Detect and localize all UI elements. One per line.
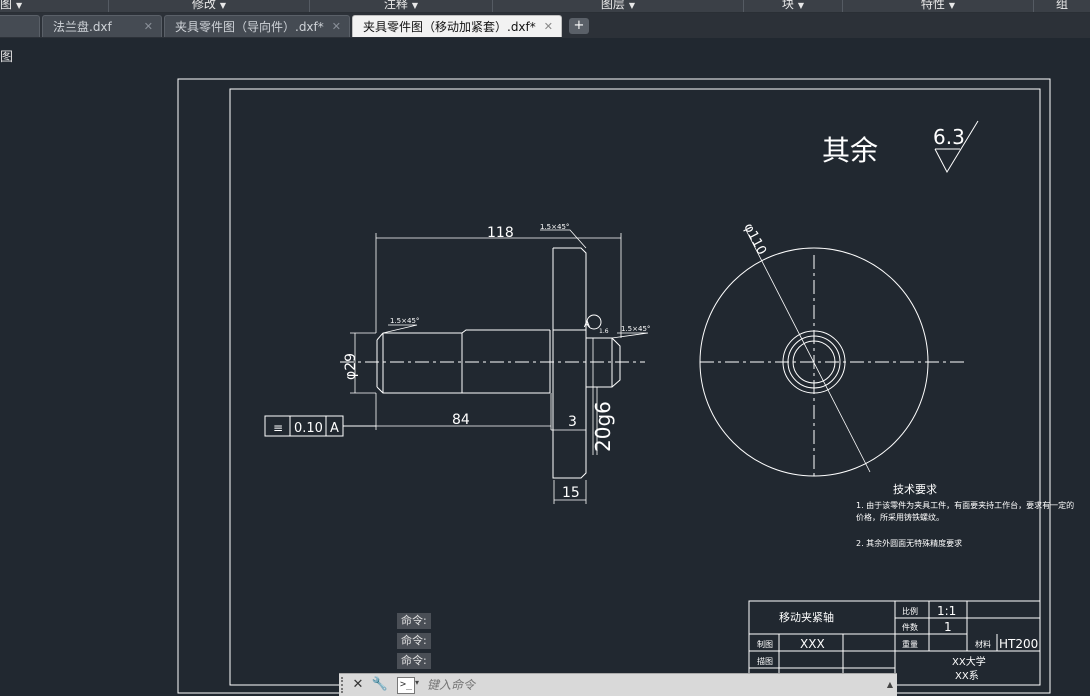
dim-3: 3 [568,414,577,430]
dim-chamfer-left: 1.5×45° [390,317,419,325]
tolerance-value: 0.10 [294,421,323,436]
chevron-down-icon: ▼ [797,1,805,10]
dim-dia-110: φ110 [740,221,769,258]
roughness-note: 其余 [822,134,878,167]
dim-dia-29: φ29 [343,353,359,380]
tech-req-line2: 2. 其余外圆面无特殊精度要求 [856,538,962,548]
dim-chamfer-top: 1.5×45° [540,223,569,231]
tb-material-label: 材料 [975,639,991,649]
drag-handle-icon[interactable] [341,677,347,693]
command-history-line: 命令: [397,613,431,629]
ribbon-group-label: 图 [0,0,13,11]
tb-drawn-label: 制图 [757,639,773,649]
tb-material-value: HT200 [999,637,1038,651]
dimension-lines [350,229,649,504]
ribbon-group-modify[interactable]: 修改 ▼ [109,0,310,12]
ribbon-group-annotate[interactable]: 注释 ▼ [310,0,493,12]
chevron-down-icon[interactable]: ▾ [415,678,419,687]
tab-flange[interactable]: 法兰盘.dxf ✕ [42,15,162,37]
chevron-up-icon[interactable]: ▲ [887,680,893,689]
wrench-icon[interactable]: 🔧 [371,676,389,694]
tb-part-name: 移动夹紧轴 [779,610,834,624]
tab-label: 夹具零件图（移动加紧套）.dxf* [363,20,536,34]
command-input[interactable] [427,676,877,694]
chevron-down-icon: ▼ [219,1,227,10]
ribbon-group-label: 块 [781,0,794,11]
ribbon-group-label: 特性 [920,0,945,11]
shaft-side-view [376,247,621,479]
ribbon-group-groups[interactable]: 组 [1034,0,1090,12]
chevron-down-icon: ▼ [16,1,23,10]
ribbon-group-label: 图层 [600,0,625,11]
dim-118: 118 [487,225,514,241]
close-icon[interactable]: ✕ [544,16,553,38]
chevron-down-icon: ▼ [948,1,956,10]
command-history-line: 命令: [397,633,431,649]
tab-label: 法兰盘.dxf [53,20,112,34]
tb-weight-label: 重量 [902,639,918,649]
ribbon-group-draw[interactable]: 图 ▼ [0,0,109,12]
inner-border [229,88,1041,686]
ribbon-group-label: 组 [1055,0,1068,11]
shaft-end-view [699,229,965,480]
tb-scale-label: 比例 [902,606,918,616]
add-tab-button[interactable]: + [569,18,589,34]
ribbon-group-label: 注释 [383,0,408,11]
datum-a-label: A [584,320,591,330]
tb-dept: XX系 [955,670,979,682]
dim-20g6: 20g6 [591,401,615,452]
tech-req-line1b: 价格，所采用铸铁螺纹。 [856,512,944,522]
tab-hidden[interactable] [0,15,40,37]
close-icon[interactable]: ✕ [349,676,367,694]
dim-chamfer-right: 1.5×45° [621,325,650,333]
roughness-callout: 1.6 [599,328,609,335]
dim-84: 84 [452,412,470,428]
command-history-line: 命令: [397,653,431,669]
ribbon-group-layers[interactable]: 图层 ▼ [493,0,744,12]
document-tab-bar: 法兰盘.dxf ✕ 夹具零件图（导向件）.dxf* ✕ 夹具零件图（移动加紧套）… [0,13,1090,38]
ribbon-panel: 图 ▼ 修改 ▼ 注释 ▼ 图层 ▼ 块 ▼ 特性 ▼ 组 [0,0,1090,13]
tb-scale-value: 1:1 [937,604,956,618]
tab-clamp-sleeve[interactable]: 夹具零件图（移动加紧套）.dxf* ✕ [352,15,562,37]
tb-drawn-value: XXX [800,637,825,651]
close-icon[interactable]: ✕ [144,16,153,38]
tab-label: 夹具零件图（导向件）.dxf* [175,20,324,34]
tolerance-datum: A [330,421,339,436]
ribbon-group-properties[interactable]: 特性 ▼ [843,0,1034,12]
tb-qty-value: 1 [944,620,952,634]
tb-qty-label: 件数 [902,622,918,632]
chevron-down-icon: ▼ [411,1,419,10]
dim-15: 15 [562,485,580,501]
tab-guide-part[interactable]: 夹具零件图（导向件）.dxf* ✕ [164,15,350,37]
drawing-canvas[interactable]: 其余 6.3 118 1.5×45° 1.5×45° 1.5×45° 1.6 A… [0,38,1090,695]
command-line: ✕ 🔧 >_ ▾ ▲ [339,673,897,696]
tolerance-symbol: ≡ [273,421,283,435]
chevron-down-icon: ▼ [628,1,636,10]
tech-req-line1a: 1. 由于该零件为夹具工件，有面要夹持工作台，要求有一定的 [856,500,1074,510]
roughness-value: 6.3 [933,125,965,149]
close-icon[interactable]: ✕ [332,16,341,38]
ribbon-group-label: 修改 [191,0,216,11]
tb-design-label: 描图 [757,656,773,666]
tb-school: XX大学 [952,655,986,668]
ribbon-group-block[interactable]: 块 ▼ [744,0,843,12]
tech-req-title: 技术要求 [893,483,937,496]
command-prompt-icon[interactable]: >_ [397,677,415,694]
